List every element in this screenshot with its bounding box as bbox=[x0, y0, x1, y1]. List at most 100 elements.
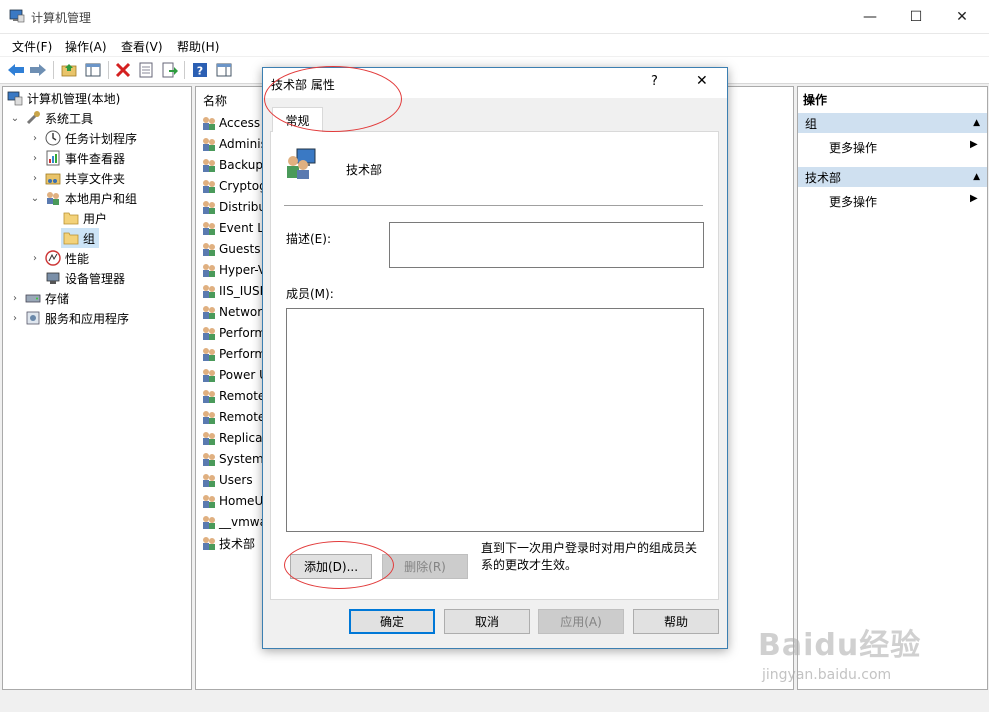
list-item[interactable]: Adminis bbox=[201, 134, 267, 154]
list-item[interactable]: Users bbox=[201, 470, 253, 490]
list-item[interactable]: Replicat bbox=[201, 428, 267, 448]
group-icon bbox=[201, 220, 217, 236]
list-item[interactable]: Hyper-V bbox=[201, 260, 266, 280]
menu-help[interactable]: 帮助(H) bbox=[177, 38, 219, 55]
list-item[interactable]: 技术部 bbox=[201, 533, 255, 553]
description-field[interactable] bbox=[389, 222, 704, 268]
highlight-ellipse bbox=[284, 541, 394, 589]
tree-item-groups[interactable]: 组 bbox=[61, 228, 100, 248]
list-item[interactable]: Access bbox=[201, 113, 260, 133]
tree-item-root[interactable]: 计算机管理(本地) bbox=[7, 88, 120, 108]
show-hide-tree-icon[interactable] bbox=[83, 60, 103, 80]
list-item-label: Replicat bbox=[219, 431, 268, 445]
delete-icon[interactable] bbox=[113, 60, 133, 80]
maximize-button[interactable]: ☐ bbox=[893, 0, 939, 33]
computer-management-icon bbox=[7, 90, 23, 106]
export-icon[interactable] bbox=[160, 60, 180, 80]
more-actions-link[interactable]: 更多操作 bbox=[829, 193, 877, 210]
chevron-right-icon[interactable]: › bbox=[29, 153, 41, 164]
chevron-down-icon[interactable]: ⌄ bbox=[29, 193, 41, 204]
up-folder-icon[interactable] bbox=[59, 60, 79, 80]
forward-icon[interactable] bbox=[28, 60, 48, 80]
tools-icon bbox=[25, 110, 41, 126]
tree-label: 设备管理器 bbox=[65, 271, 126, 286]
chevron-down-icon[interactable]: ⌄ bbox=[9, 113, 21, 124]
group-icon bbox=[201, 346, 217, 362]
list-item[interactable]: Backup bbox=[201, 155, 263, 175]
chevron-right-icon[interactable]: › bbox=[29, 173, 41, 184]
minimize-button[interactable]: — bbox=[847, 0, 893, 33]
view-icon[interactable] bbox=[214, 60, 234, 80]
menu-file[interactable]: 文件(F) bbox=[12, 38, 52, 55]
tree-item-system-tools[interactable]: ⌄ 系统工具 bbox=[9, 108, 93, 128]
help-icon[interactable]: ? bbox=[190, 60, 210, 80]
folder-icon bbox=[63, 230, 79, 246]
list-item[interactable]: Remote bbox=[201, 407, 265, 427]
chevron-right-icon[interactable]: ▶ bbox=[970, 193, 978, 204]
chevron-right-icon[interactable]: › bbox=[29, 253, 41, 264]
group-icon bbox=[201, 178, 217, 194]
collapse-icon[interactable]: ▲ bbox=[973, 118, 980, 128]
tree-item-storage[interactable]: › 存储 bbox=[9, 288, 69, 308]
tree-item-event-viewer[interactable]: › 事件查看器 bbox=[29, 148, 125, 168]
tree-item-task-scheduler[interactable]: › 任务计划程序 bbox=[29, 128, 137, 148]
members-list[interactable] bbox=[286, 308, 704, 532]
device-manager-icon bbox=[45, 270, 61, 286]
list-item[interactable]: Distribu bbox=[201, 197, 266, 217]
group-icon bbox=[201, 304, 217, 320]
actions-section-tech[interactable]: 技术部 ▲ bbox=[798, 167, 987, 187]
list-item[interactable]: Perform bbox=[201, 323, 266, 343]
list-item[interactable]: Power U bbox=[201, 365, 268, 385]
list-item[interactable]: Event Lo bbox=[201, 218, 271, 238]
tree-item-device-manager[interactable]: 设备管理器 bbox=[45, 268, 125, 288]
tree-item-shared-folders[interactable]: › 共享文件夹 bbox=[29, 168, 125, 188]
remove-button[interactable]: 删除(R) bbox=[382, 554, 468, 579]
chevron-right-icon[interactable]: ▶ bbox=[970, 139, 978, 150]
toolbar-separator bbox=[184, 61, 185, 79]
column-header-name[interactable]: 名称 bbox=[203, 92, 227, 109]
dialog-help-button[interactable]: 帮助 bbox=[633, 609, 719, 634]
tree-item-local-users-groups[interactable]: ⌄ 本地用户和组 bbox=[29, 188, 137, 208]
list-item[interactable]: HomeU bbox=[201, 491, 263, 511]
list-item[interactable]: __vmwa bbox=[201, 512, 267, 532]
apply-button[interactable]: 应用(A) bbox=[538, 609, 624, 634]
list-item-label: Backup bbox=[219, 158, 263, 172]
tree-item-users[interactable]: 用户 bbox=[63, 208, 107, 228]
close-button[interactable]: ✕ bbox=[939, 0, 985, 33]
list-item[interactable]: Cryptog bbox=[201, 176, 267, 196]
menu-view[interactable]: 查看(V) bbox=[121, 38, 163, 55]
actions-pane: 操作 组 ▲ 更多操作 ▶ 技术部 ▲ 更多操作 ▶ bbox=[797, 86, 988, 690]
tree-label: 任务计划程序 bbox=[65, 131, 138, 146]
list-item-label: Perform bbox=[219, 347, 267, 361]
list-item[interactable]: Guests bbox=[201, 239, 261, 259]
list-item[interactable]: System bbox=[201, 449, 264, 469]
more-actions-link[interactable]: 更多操作 bbox=[829, 139, 877, 156]
chevron-right-icon[interactable]: › bbox=[9, 293, 21, 304]
folder-icon bbox=[63, 210, 79, 226]
list-item-label: __vmwa bbox=[219, 515, 267, 529]
menu-action[interactable]: 操作(A) bbox=[65, 38, 107, 55]
tree-item-performance[interactable]: › 性能 bbox=[29, 248, 89, 268]
actions-section-group[interactable]: 组 ▲ bbox=[798, 113, 987, 133]
window-titlebar bbox=[0, 0, 989, 34]
group-icon bbox=[201, 493, 217, 509]
help-button[interactable]: ? bbox=[651, 74, 658, 89]
list-item[interactable]: Networ bbox=[201, 302, 262, 322]
back-icon[interactable] bbox=[6, 60, 26, 80]
group-icon bbox=[201, 115, 217, 131]
ok-button[interactable]: 确定 bbox=[349, 609, 435, 634]
properties-icon[interactable] bbox=[136, 60, 156, 80]
dialog-close-button[interactable]: ✕ bbox=[696, 73, 708, 89]
group-icon bbox=[201, 535, 217, 551]
group-icon bbox=[201, 199, 217, 215]
list-item[interactable]: Perform bbox=[201, 344, 266, 364]
list-item-label: Users bbox=[219, 473, 253, 487]
list-item[interactable]: Remote bbox=[201, 386, 265, 406]
cancel-button[interactable]: 取消 bbox=[444, 609, 530, 634]
list-item[interactable]: IIS_IUSR bbox=[201, 281, 268, 301]
tree-item-services-apps[interactable]: › 服务和应用程序 bbox=[9, 308, 129, 328]
chevron-right-icon[interactable]: › bbox=[9, 313, 21, 324]
tree-label: 性能 bbox=[65, 251, 90, 266]
chevron-right-icon[interactable]: › bbox=[29, 133, 41, 144]
collapse-icon[interactable]: ▲ bbox=[973, 172, 980, 182]
